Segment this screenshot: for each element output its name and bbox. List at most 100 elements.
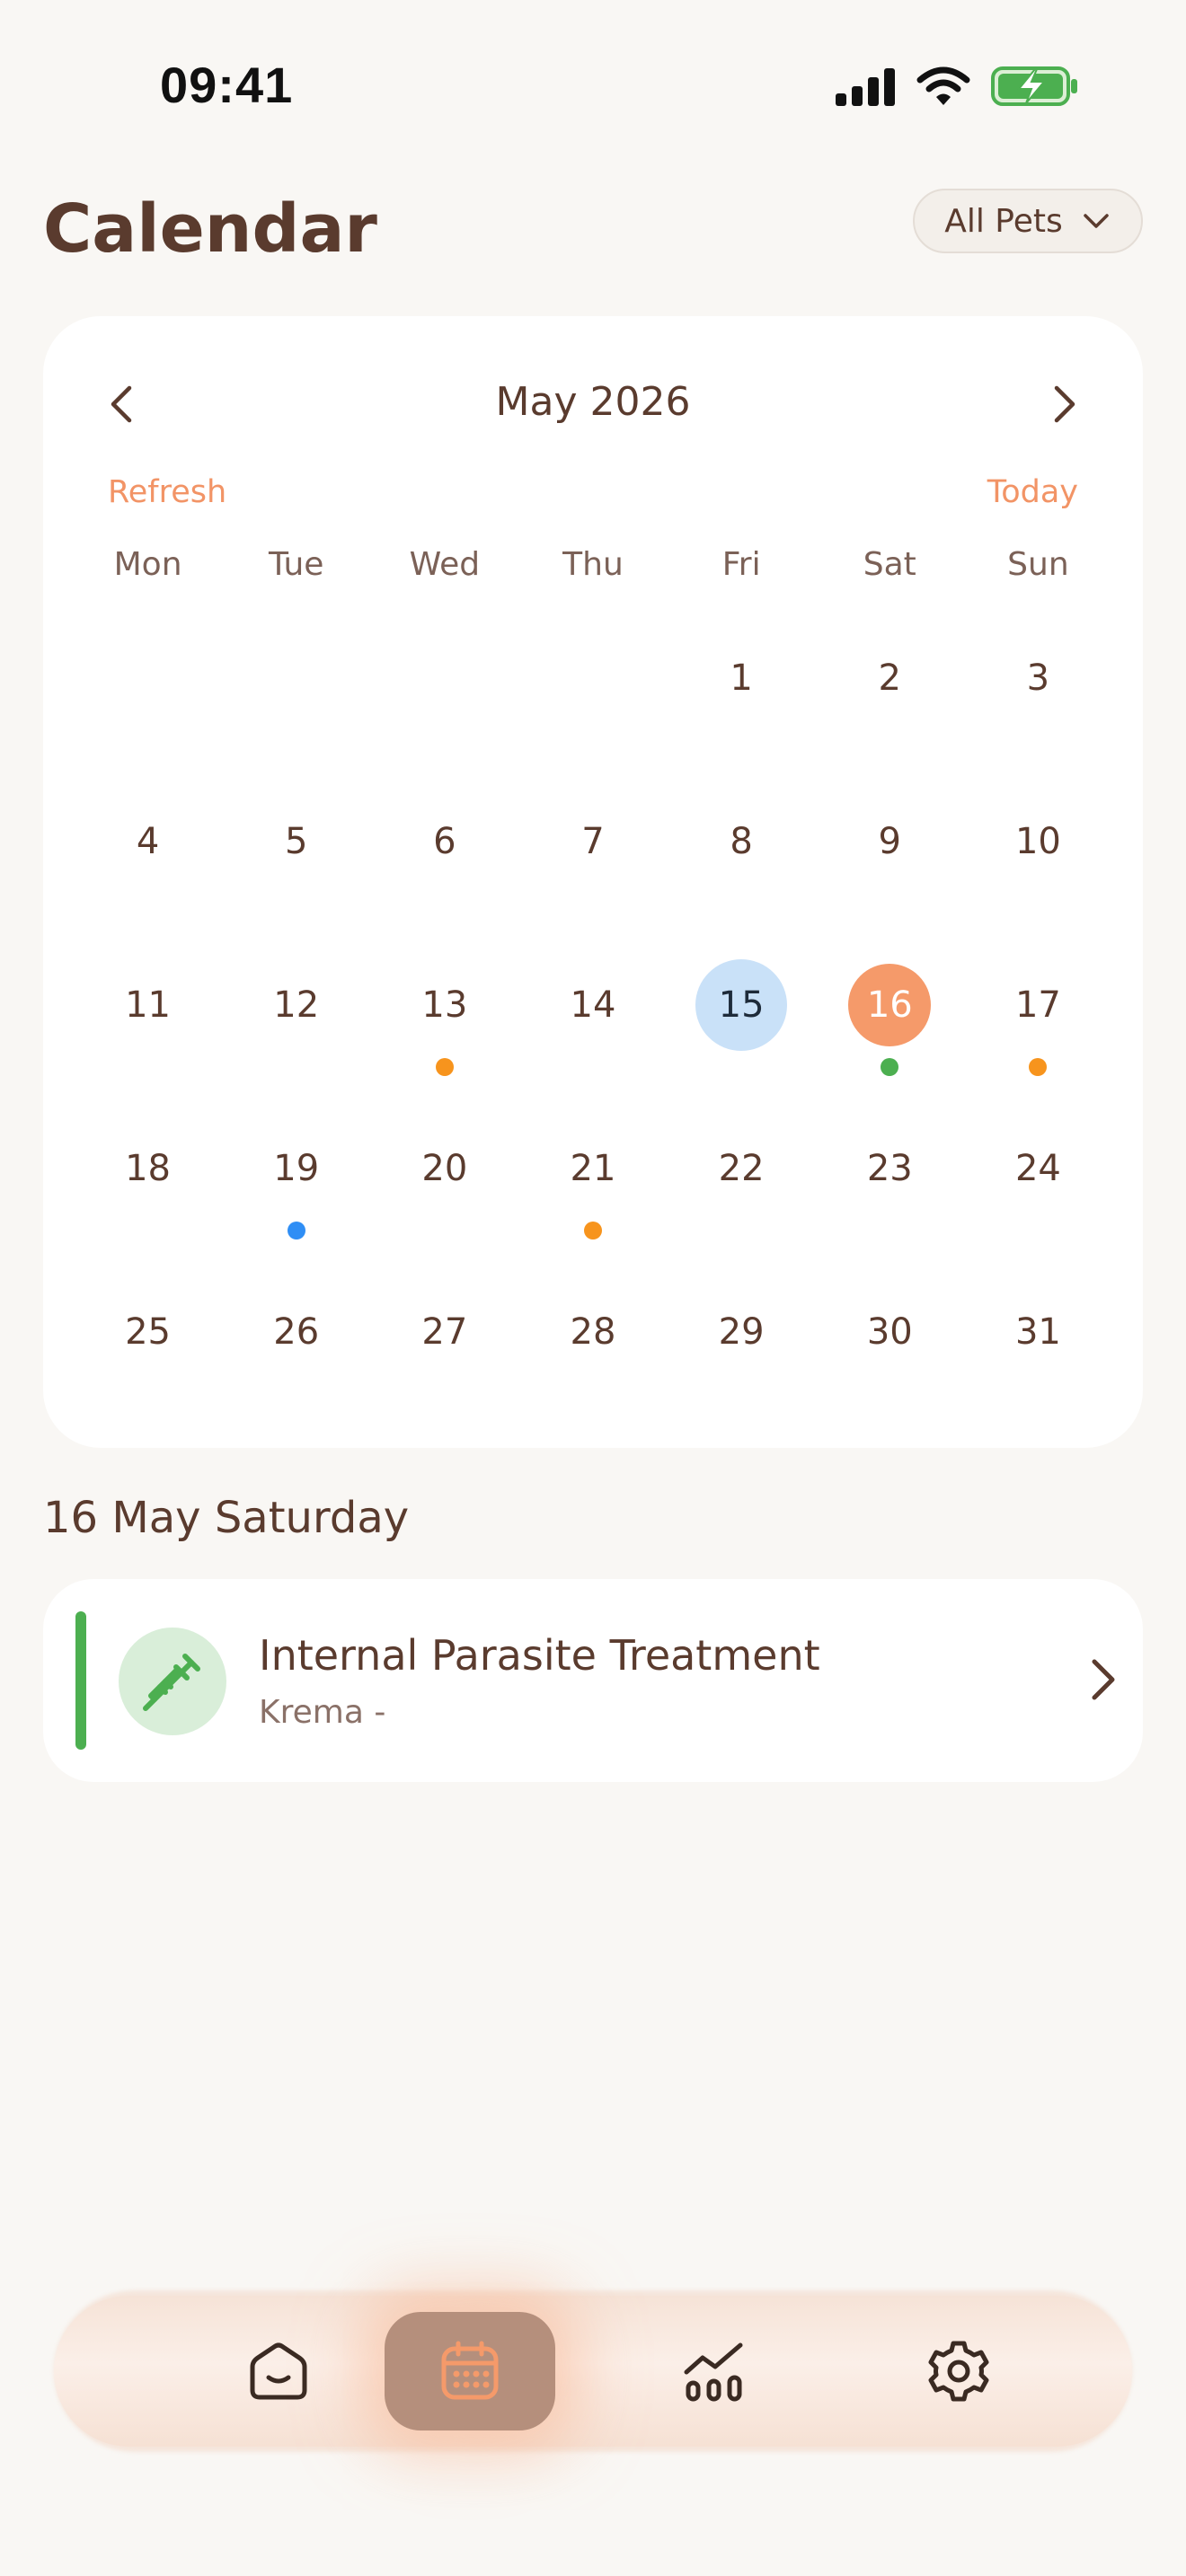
day-cell-empty bbox=[74, 620, 222, 783]
month-navigation: May 2026 bbox=[43, 368, 1143, 440]
day-cell[interactable]: 10 bbox=[964, 783, 1112, 947]
day-number: 7 bbox=[581, 821, 605, 862]
day-number: 12 bbox=[273, 984, 320, 1026]
battery-charging-icon bbox=[991, 66, 1077, 106]
tab-stats[interactable] bbox=[629, 2312, 800, 2430]
day-cell-selected[interactable]: 16 bbox=[816, 947, 964, 1110]
event-card[interactable]: Internal Parasite Treatment Krema - bbox=[43, 1579, 1143, 1782]
day-cell[interactable]: 25 bbox=[74, 1274, 222, 1437]
day-number: 19 bbox=[273, 1148, 320, 1189]
status-time: 09:41 bbox=[160, 57, 294, 113]
day-number: 23 bbox=[866, 1148, 913, 1189]
event-title: Internal Parasite Treatment bbox=[259, 1631, 820, 1680]
day-cell-empty bbox=[370, 620, 518, 783]
day-cell[interactable]: 23 bbox=[816, 1110, 964, 1274]
calendar-icon bbox=[441, 2341, 499, 2400]
next-month-button[interactable] bbox=[1028, 368, 1100, 440]
signal-icon bbox=[836, 68, 895, 106]
day-cell[interactable]: 3 bbox=[964, 620, 1112, 783]
weekday-label: Wed bbox=[409, 546, 481, 583]
chart-icon bbox=[684, 2342, 743, 2402]
day-number: 25 bbox=[125, 1311, 172, 1353]
calendar-card: May 2026 Refresh Today Mon Tue Wed Thu F… bbox=[43, 316, 1143, 1448]
day-number: 13 bbox=[421, 984, 468, 1026]
day-cell[interactable]: 20 bbox=[370, 1110, 518, 1274]
day-number: 5 bbox=[284, 821, 308, 862]
day-number: 3 bbox=[1026, 657, 1050, 699]
day-number: 8 bbox=[730, 821, 753, 862]
day-cell[interactable]: 4 bbox=[74, 783, 222, 947]
day-cell[interactable]: 9 bbox=[816, 783, 964, 947]
pet-filter-label: All Pets bbox=[944, 202, 1063, 240]
day-cell[interactable]: 30 bbox=[816, 1274, 964, 1437]
day-number: 26 bbox=[273, 1311, 320, 1353]
event-dot-indicator bbox=[1029, 1058, 1048, 1076]
day-cell[interactable]: 28 bbox=[518, 1274, 667, 1437]
weekday-label: Fri bbox=[721, 546, 761, 583]
wifi-icon bbox=[916, 66, 970, 105]
day-cell[interactable]: 7 bbox=[518, 783, 667, 947]
day-cell[interactable]: 22 bbox=[668, 1110, 816, 1274]
day-number: 15 bbox=[695, 959, 788, 1051]
today-link[interactable]: Today bbox=[987, 474, 1078, 510]
day-number: 30 bbox=[866, 1311, 913, 1353]
event-dot-indicator bbox=[583, 1222, 602, 1239]
day-cell[interactable]: 31 bbox=[964, 1274, 1112, 1437]
day-cell[interactable]: 2 bbox=[816, 620, 964, 783]
day-number: 22 bbox=[718, 1148, 765, 1189]
status-icons bbox=[836, 63, 1080, 110]
gear-icon bbox=[928, 2341, 989, 2402]
weekday-label: Sat bbox=[863, 546, 916, 583]
day-number: 14 bbox=[570, 984, 616, 1026]
day-cell[interactable]: 5 bbox=[222, 783, 370, 947]
tab-home[interactable] bbox=[193, 2312, 364, 2430]
day-number: 29 bbox=[718, 1311, 765, 1353]
day-cell[interactable]: 11 bbox=[74, 947, 222, 1110]
page-title: Calendar bbox=[43, 190, 377, 268]
day-cell[interactable]: 19 bbox=[222, 1110, 370, 1274]
day-cell[interactable]: 8 bbox=[668, 783, 816, 947]
day-cell[interactable]: 26 bbox=[222, 1274, 370, 1437]
tab-settings[interactable] bbox=[873, 2312, 1044, 2430]
day-cell[interactable]: 18 bbox=[74, 1110, 222, 1274]
day-cell[interactable]: 12 bbox=[222, 947, 370, 1110]
day-cell-today[interactable]: 15 bbox=[668, 947, 816, 1110]
syringe-icon bbox=[143, 1654, 200, 1711]
weekday-label: Sun bbox=[1007, 546, 1069, 583]
day-number: 2 bbox=[878, 657, 901, 699]
home-icon bbox=[250, 2342, 307, 2400]
day-cell[interactable]: 24 bbox=[964, 1110, 1112, 1274]
event-dot-indicator bbox=[881, 1058, 899, 1076]
day-number: 31 bbox=[1014, 1311, 1061, 1353]
pet-filter-dropdown[interactable]: All Pets bbox=[913, 189, 1143, 253]
day-cell-empty bbox=[222, 620, 370, 783]
day-cell[interactable]: 17 bbox=[964, 947, 1112, 1110]
day-cell[interactable]: 27 bbox=[370, 1274, 518, 1437]
day-number: 6 bbox=[433, 821, 456, 862]
day-cell[interactable]: 29 bbox=[668, 1274, 816, 1437]
day-number: 20 bbox=[421, 1148, 468, 1189]
day-number: 10 bbox=[1014, 821, 1061, 862]
event-icon bbox=[119, 1628, 226, 1735]
refresh-link[interactable]: Refresh bbox=[108, 474, 226, 510]
day-cell[interactable]: 14 bbox=[518, 947, 667, 1110]
day-number: 24 bbox=[1014, 1148, 1061, 1189]
day-number: 21 bbox=[570, 1148, 616, 1189]
day-number: 4 bbox=[136, 821, 160, 862]
day-number: 18 bbox=[125, 1148, 172, 1189]
day-number: 11 bbox=[125, 984, 172, 1026]
day-number: 16 bbox=[848, 964, 932, 1046]
day-number: 17 bbox=[1014, 984, 1061, 1026]
day-cell[interactable]: 1 bbox=[668, 620, 816, 783]
day-cell[interactable]: 6 bbox=[370, 783, 518, 947]
day-cell[interactable]: 21 bbox=[518, 1110, 667, 1274]
days-grid: 1 2 3 4 5 6 7 8 9 10 11 12 13 14 15 16 17 18 19 20 21 22 23 24 2… bbox=[74, 620, 1112, 1437]
day-cell[interactable]: 13 bbox=[370, 947, 518, 1110]
day-number: 28 bbox=[570, 1311, 616, 1353]
tab-calendar[interactable] bbox=[385, 2312, 555, 2430]
event-dot-indicator bbox=[435, 1058, 454, 1076]
event-accent-bar bbox=[75, 1611, 86, 1750]
day-cell-empty bbox=[518, 620, 667, 783]
chevron-down-icon bbox=[1084, 214, 1109, 228]
weekday-label: Thu bbox=[562, 546, 624, 583]
